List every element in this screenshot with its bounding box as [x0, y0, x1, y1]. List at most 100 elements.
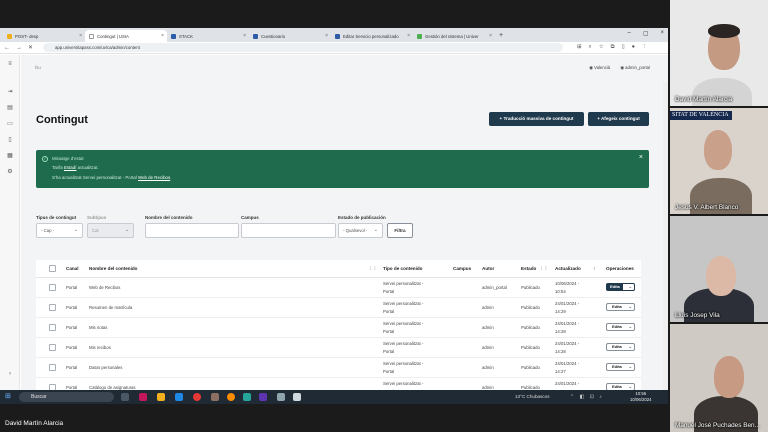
cell-author[interactable]: admin: [482, 365, 494, 370]
column-header[interactable]: Canal: [66, 266, 79, 271]
settings-icon[interactable]: ⚙: [6, 169, 14, 176]
browser-tab-active[interactable]: Contingut | USIA ×: [85, 30, 167, 42]
cell-name[interactable]: Web de Recibos: [89, 285, 120, 290]
cell-author[interactable]: admin_portal: [482, 285, 507, 290]
edit-dropbutton[interactable]: Edita ⌄: [606, 283, 635, 291]
edit-button[interactable]: Edita: [612, 344, 622, 350]
cell-name[interactable]: Mis notas: [89, 325, 107, 330]
star-icon[interactable]: ☆: [599, 44, 604, 51]
task-view-icon[interactable]: [121, 393, 129, 401]
menu-icon[interactable]: ⋮: [642, 44, 648, 51]
edit-button[interactable]: Edita: [612, 304, 622, 310]
participant-video[interactable]: SITAT DE VALÈNCIA Jesús V. Albert Blanco: [670, 108, 768, 214]
minimize-icon[interactable]: –: [627, 30, 630, 37]
column-header[interactable]: Nombre del contenido: [89, 266, 138, 271]
back-icon[interactable]: ←: [4, 45, 10, 51]
edit-dropbutton[interactable]: Edita ⌄: [606, 303, 635, 311]
close-icon[interactable]: ×: [79, 33, 82, 39]
profile-icon[interactable]: ●: [632, 44, 635, 51]
browser-tab[interactable]: STACK ×: [167, 30, 249, 42]
sidebar-icon[interactable]: ▯: [622, 44, 625, 51]
app-icon[interactable]: [211, 393, 219, 401]
column-header[interactable]: Estado: [521, 266, 536, 271]
row-checkbox[interactable]: [49, 344, 56, 351]
column-header[interactable]: Tipo de contenido: [383, 266, 422, 271]
taskbar-clock[interactable]: 10:56 10/06/2024: [630, 391, 652, 403]
subtype-filter-select[interactable]: Cal ⌄: [87, 223, 134, 238]
status-link[interactable]: Web de Recibos: [138, 175, 170, 180]
add-content-button[interactable]: + Afegeix contingut: [588, 112, 649, 126]
collapse-icon[interactable]: ›: [6, 371, 14, 378]
browser-tab[interactable]: Editar Servicio personalizado ×: [331, 30, 413, 42]
new-tab-button[interactable]: +: [495, 30, 507, 42]
login-icon[interactable]: ⇥: [6, 89, 14, 96]
edit-dropbutton[interactable]: Edita ⌄: [606, 383, 635, 390]
edge-icon[interactable]: [243, 393, 251, 401]
cell-author[interactable]: admin: [482, 305, 494, 310]
language-link[interactable]: ◉ Valencià: [589, 65, 610, 71]
status-filter-select[interactable]: - Qualsevol - ⌄: [338, 223, 383, 238]
sort-asc-icon[interactable]: ↑: [593, 266, 595, 271]
url-field[interactable]: app.universitapass.com/uv/ca/admin/conte…: [43, 43, 564, 52]
firefox-icon[interactable]: [227, 393, 235, 401]
cell-name[interactable]: Resumen de matrícula: [89, 305, 132, 310]
cell-name[interactable]: Mis recibos: [89, 345, 111, 350]
edit-button[interactable]: Edita: [612, 324, 622, 330]
edit-dropbutton[interactable]: Edita ⌄: [606, 363, 635, 371]
close-icon[interactable]: ×: [161, 33, 164, 39]
browser-tab[interactable]: Gestión del sistema | Univer ×: [413, 30, 495, 42]
forward-icon[interactable]: →: [16, 45, 22, 51]
app-icon[interactable]: [139, 393, 147, 401]
app-icon[interactable]: [277, 393, 285, 401]
status-link[interactable]: Estadí: [64, 165, 76, 170]
column-header[interactable]: Actualizado: [555, 266, 581, 271]
row-checkbox[interactable]: [49, 284, 56, 291]
row-checkbox[interactable]: [49, 304, 56, 311]
maximize-icon[interactable]: ▢: [643, 30, 649, 37]
participant-video[interactable]: David Martín Alarcia: [670, 0, 768, 106]
campus-filter-input[interactable]: [241, 223, 336, 238]
chevron-down-icon[interactable]: ⌄: [629, 364, 632, 370]
filter-button[interactable]: Filtra: [387, 223, 413, 238]
cell-name[interactable]: Datos personales: [89, 365, 122, 370]
browser-tab[interactable]: POST- desp ×: [3, 30, 85, 42]
close-window-icon[interactable]: ×: [660, 30, 664, 37]
close-icon[interactable]: ×: [639, 154, 643, 161]
cell-author[interactable]: admin: [482, 345, 494, 350]
select-all-checkbox[interactable]: [49, 265, 56, 272]
weather-widget[interactable]: 13°C Chubascos: [515, 394, 550, 399]
chevron-down-icon[interactable]: ⌄: [629, 304, 632, 310]
column-header[interactable]: Autor: [482, 266, 494, 271]
file-explorer-icon[interactable]: [157, 393, 165, 401]
teams-icon[interactable]: [259, 393, 267, 401]
chevron-down-icon[interactable]: ⌄: [629, 284, 632, 290]
edit-button[interactable]: Edita: [612, 364, 622, 370]
edit-button[interactable]: Edita: [607, 284, 623, 290]
row-checkbox[interactable]: [49, 324, 56, 331]
chrome-icon[interactable]: [193, 393, 201, 401]
windows-start-icon[interactable]: ⊞: [5, 393, 12, 400]
participant-video[interactable]: Manuel José Puchades Ben...: [670, 324, 768, 432]
column-header[interactable]: Campus: [453, 266, 471, 271]
close-icon[interactable]: ×: [407, 33, 410, 39]
translate-icon[interactable]: ⊞: [577, 44, 582, 51]
outlook-icon[interactable]: [175, 393, 183, 401]
extensions-icon[interactable]: ⧉: [611, 44, 615, 51]
close-icon[interactable]: ×: [489, 33, 492, 39]
document-icon[interactable]: ▯: [6, 137, 14, 144]
browser-tab[interactable]: Cuestionario ×: [249, 30, 331, 42]
folder-icon[interactable]: ▭: [6, 121, 14, 128]
bulk-translate-button[interactable]: + Traducció massiva de contingut: [489, 112, 584, 126]
content-icon[interactable]: ▤: [6, 105, 14, 112]
edit-dropbutton[interactable]: Edita ⌄: [606, 343, 635, 351]
scrollbar[interactable]: [663, 82, 668, 390]
name-filter-input[interactable]: [145, 223, 239, 238]
user-link[interactable]: ◉ admin_portal: [620, 65, 650, 71]
app-icon[interactable]: [293, 393, 301, 401]
zoom-icon[interactable]: ⌕: [589, 44, 592, 51]
participant-video[interactable]: Lluís Josep Vila: [670, 216, 768, 322]
edit-dropbutton[interactable]: Edita ⌄: [606, 323, 635, 331]
taskbar-search[interactable]: Buscar: [19, 392, 114, 402]
chevron-down-icon[interactable]: ⌄: [629, 324, 632, 330]
close-icon[interactable]: ×: [325, 33, 328, 39]
